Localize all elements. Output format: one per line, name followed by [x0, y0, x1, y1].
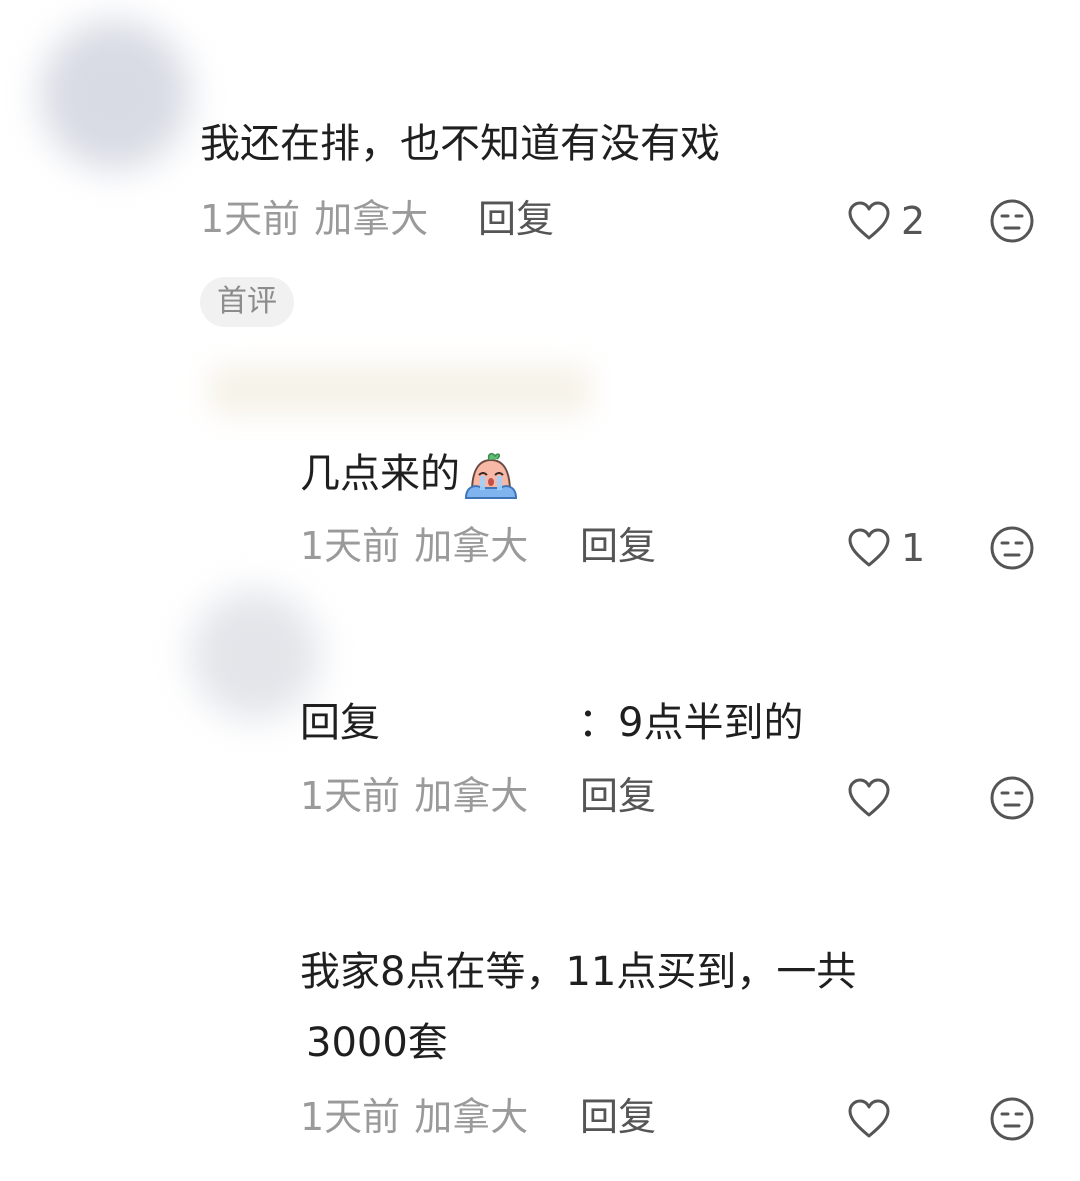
- heart-icon: [848, 201, 890, 240]
- comment-text: 几点来的: [300, 448, 520, 500]
- heart-icon: [848, 1099, 890, 1138]
- dislike-button[interactable]: [989, 1096, 1035, 1142]
- reply-button[interactable]: 回复: [580, 523, 656, 569]
- comment-time: 1天前: [300, 1095, 401, 1139]
- like-button[interactable]: [847, 775, 901, 821]
- like-count: 1: [901, 526, 926, 570]
- reply-button[interactable]: 回复: [580, 773, 656, 819]
- neutral-face-icon: [990, 199, 1034, 243]
- comment-text: 3000套: [306, 1020, 448, 1066]
- dislike-button[interactable]: [989, 775, 1035, 821]
- blurred-avatar: [40, 20, 190, 170]
- dislike-button[interactable]: [989, 198, 1035, 244]
- comment-meta: 1天前 加拿大: [300, 523, 528, 569]
- comment-location: 加拿大: [414, 1095, 529, 1139]
- dislike-button[interactable]: [989, 525, 1035, 571]
- comment-time: 1天前: [300, 524, 401, 568]
- first-comment-tag: 首评: [200, 277, 294, 327]
- comment-meta: 1天前 加拿大: [200, 196, 428, 242]
- heart-icon: [848, 778, 890, 817]
- comment-meta: 1天前 加拿大: [300, 773, 528, 819]
- like-button[interactable]: 2: [847, 198, 925, 244]
- comment-time: 1天前: [300, 774, 401, 818]
- like-count: 2: [901, 199, 926, 243]
- comment-location: 加拿大: [414, 524, 529, 568]
- heart-icon: [848, 528, 890, 567]
- comment-location: 加拿大: [414, 774, 529, 818]
- comment-meta: 1天前 加拿大: [300, 1094, 528, 1140]
- comment-text: 我还在排，也不知道有没有戏: [200, 121, 720, 167]
- neutral-face-icon: [990, 1097, 1034, 1141]
- comment-text: 回复 ：9点半到的: [300, 697, 840, 749]
- reply-prefix: 回复: [300, 700, 380, 746]
- neutral-face-icon: [990, 776, 1034, 820]
- reply-button[interactable]: 回复: [580, 1094, 656, 1140]
- reply-button[interactable]: 回复: [478, 196, 554, 242]
- comment-text: 我家8点在等，11点买到，一共: [300, 949, 857, 995]
- neutral-face-icon: [990, 526, 1034, 570]
- crying-face-emoji: [464, 452, 518, 499]
- comment-time: 1天前: [200, 197, 301, 241]
- like-button[interactable]: [847, 1096, 901, 1142]
- reply-body: ：9点半到的: [578, 700, 804, 746]
- like-button[interactable]: 1: [847, 525, 925, 571]
- comment-location: 加拿大: [314, 197, 429, 241]
- blurred-username: [210, 365, 590, 415]
